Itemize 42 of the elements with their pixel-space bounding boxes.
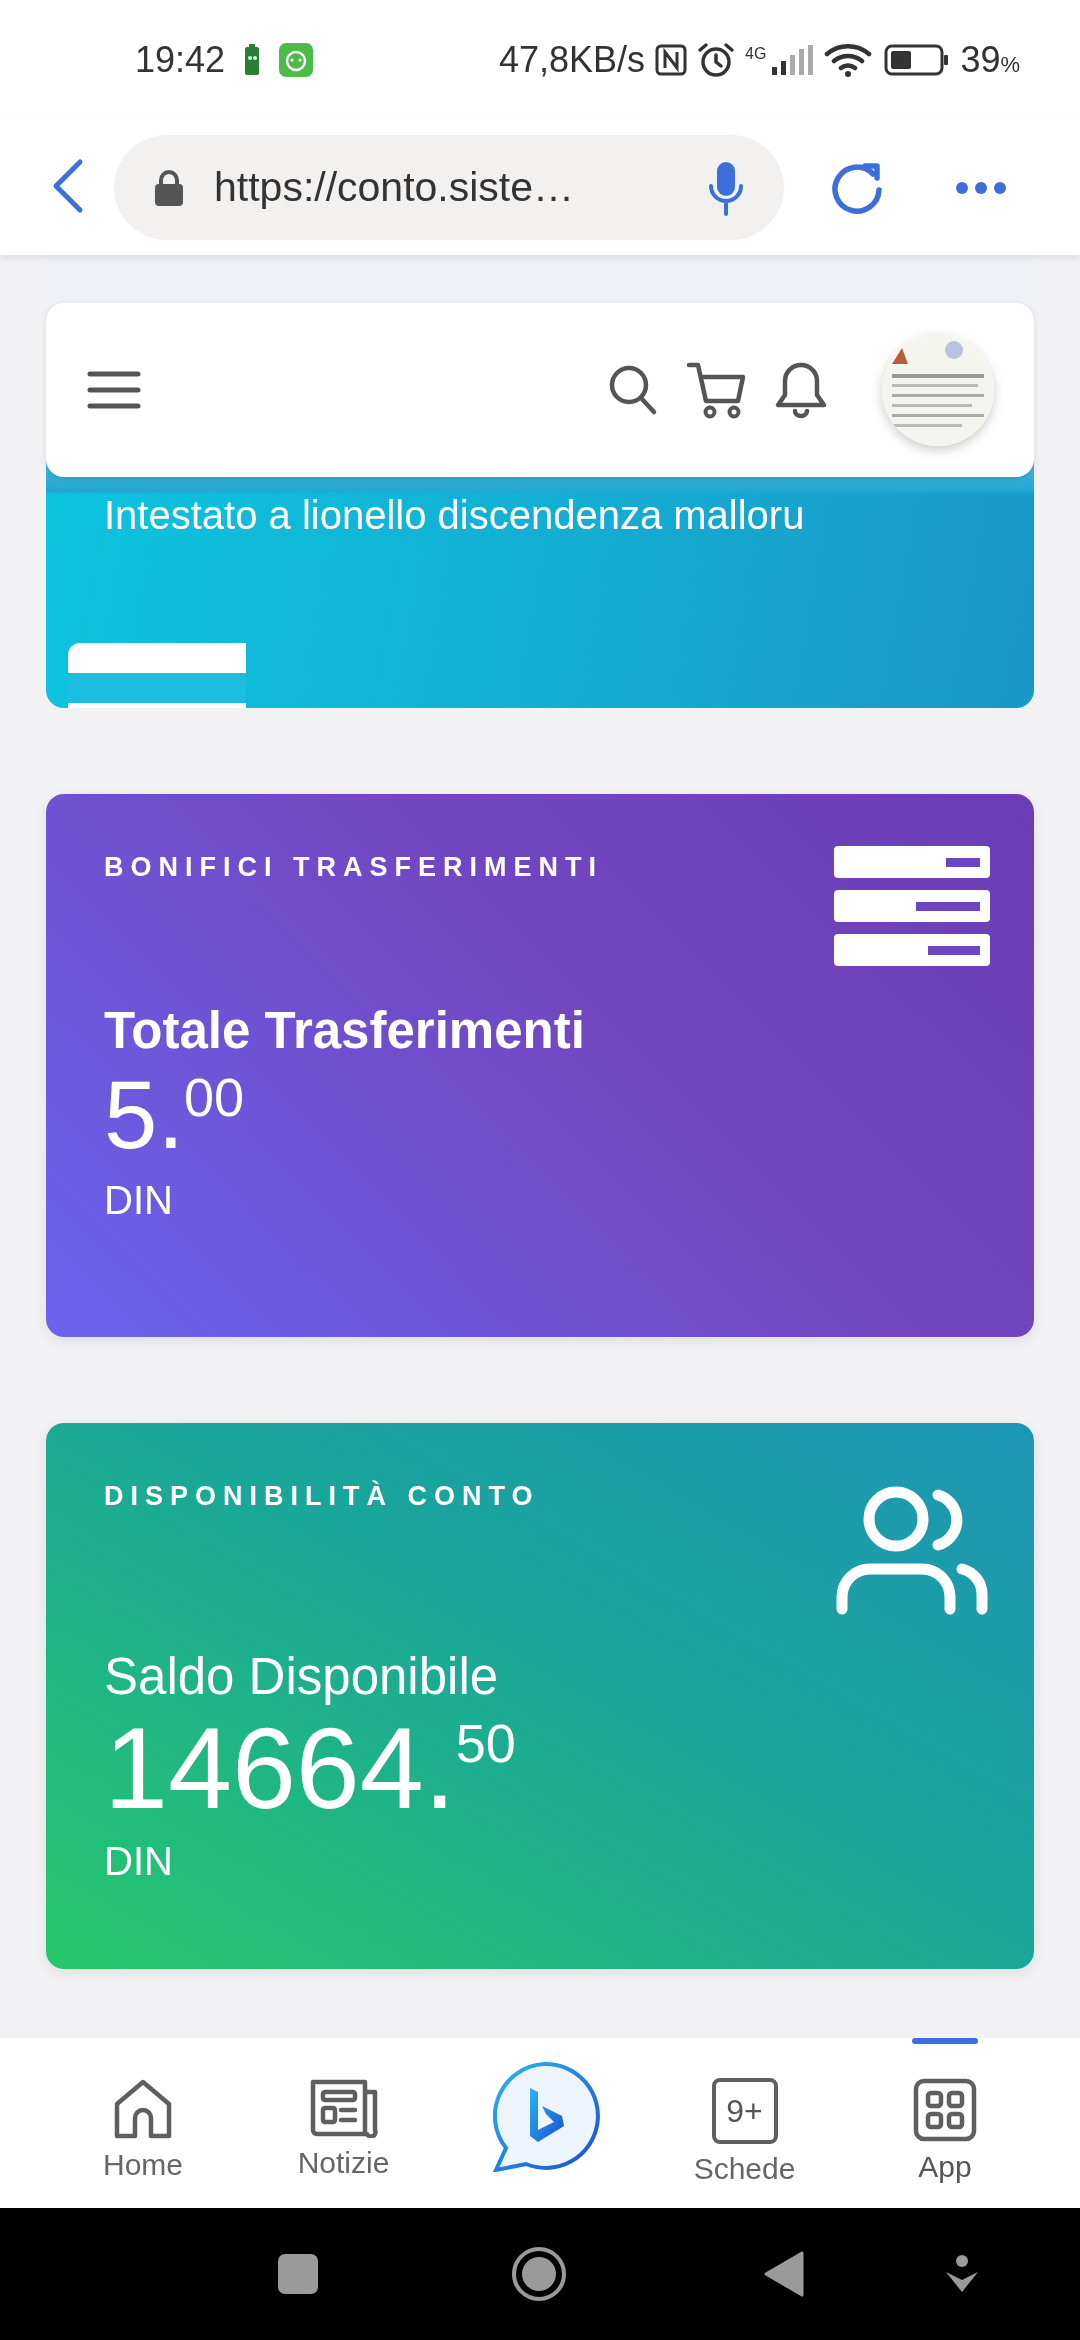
card-label: DISPONIBILITÀ CONTO: [104, 1481, 540, 1512]
newspaper-icon: [308, 2078, 379, 2138]
more-icon[interactable]: [955, 180, 1007, 195]
tabs-button[interactable]: 9+ Schede: [649, 2038, 840, 2208]
apps-nav-button[interactable]: App: [850, 2038, 1040, 2208]
home-circle-icon[interactable]: [511, 2246, 567, 2302]
currency: DIN: [104, 1178, 173, 1223]
lock-icon: [154, 168, 184, 207]
battery-icon: [884, 44, 951, 76]
home-icon: [113, 2078, 173, 2140]
news-nav-button[interactable]: Notizie: [248, 2038, 439, 2208]
users-icon: [834, 1485, 990, 1617]
clock: 19:42: [135, 39, 226, 81]
amount-cents: 50: [455, 1712, 516, 1774]
microphone-icon[interactable]: [708, 159, 744, 216]
apps-grid-icon: [913, 2078, 977, 2142]
search-icon[interactable]: [608, 364, 658, 416]
network-speed: 47,8KB/s: [498, 39, 646, 81]
battery-app-icon: [243, 44, 262, 76]
tab-count-badge: 9+: [711, 2078, 778, 2144]
address-bar[interactable]: https://conto.siste…: [114, 135, 784, 240]
amount-cents: 00: [184, 1066, 245, 1128]
network-type: 4G: [745, 45, 767, 63]
amount: 14664.: [104, 1706, 456, 1831]
bell-icon[interactable]: [774, 361, 828, 419]
currency: DIN: [104, 1839, 173, 1884]
home-nav-button[interactable]: Home: [48, 2038, 238, 2208]
menu-icon[interactable]: [86, 370, 142, 410]
battery-level: 39%: [960, 39, 1020, 81]
app-notification-icon: [279, 43, 314, 77]
alarm-icon: [697, 42, 736, 78]
nfc-icon: [655, 44, 688, 76]
card-title: Totale Trasferimenti: [104, 1001, 586, 1060]
download-arrow-icon[interactable]: [944, 2254, 980, 2294]
recents-icon[interactable]: [278, 2254, 318, 2294]
card-title: Saldo Disponibile: [104, 1647, 500, 1706]
amount: 5.: [104, 1060, 185, 1170]
cart-icon[interactable]: [686, 361, 746, 419]
card-label: BONIFICI TRASFERIMENTI: [104, 852, 603, 883]
back-triangle-icon[interactable]: [764, 2251, 804, 2297]
account-holder: Intestato a lionello discendenza malloru: [104, 493, 805, 538]
server-stack-icon: [834, 846, 990, 966]
